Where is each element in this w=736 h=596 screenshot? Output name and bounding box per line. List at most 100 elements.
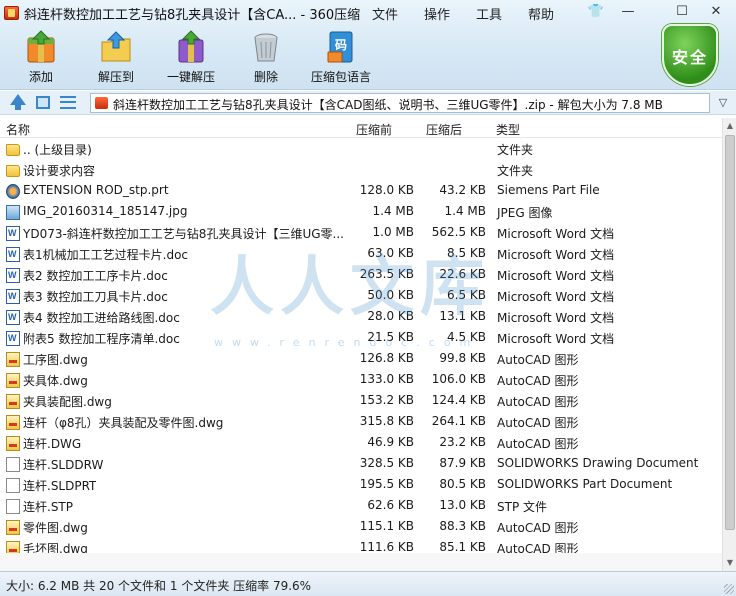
- maximize-button[interactable]: ☐: [670, 2, 694, 22]
- file-row[interactable]: 表3 数控加工刀具卡片.doc 50.0 KB 6.5 KB Microsoft Wo…: [0, 286, 722, 307]
- file-row[interactable]: 零件图.dwg 115.1 KB 88.3 KB AutoCAD 图形: [0, 517, 722, 538]
- menu-operate[interactable]: 操作: [424, 4, 450, 23]
- file-compressed-size: 6.5 KB: [447, 288, 486, 302]
- delete-button[interactable]: 删除: [230, 30, 302, 86]
- security-shield-badge[interactable]: 安全: [662, 24, 718, 86]
- file-name: .. (上级目录): [23, 143, 92, 157]
- file-original-size: 111.6 KB: [359, 540, 414, 553]
- autocad-file-icon: [6, 520, 20, 535]
- file-name: EXTENSION ROD_stp.prt: [23, 183, 169, 197]
- file-row[interactable]: 工序图.dwg 126.8 KB 99.8 KB AutoCAD 图形: [0, 349, 722, 370]
- menu-file[interactable]: 文件: [372, 4, 398, 23]
- autocad-file-icon: [6, 541, 20, 553]
- file-type: Microsoft Word 文档: [497, 248, 615, 262]
- file-original-size: 46.9 KB: [367, 435, 414, 449]
- file-row[interactable]: YD073-斜连杆数控加工工艺与钻8孔夹具设计【三维UG零... 1.0 MB 56…: [0, 223, 722, 244]
- file-type: Microsoft Word 文档: [497, 332, 615, 346]
- add-button[interactable]: 添加: [5, 30, 77, 86]
- file-original-size: 153.2 KB: [359, 393, 414, 407]
- window-title: 斜连杆数控加工工艺与钻8孔夹具设计【含CA... - 360压缩: [24, 8, 361, 23]
- thumbnail-view-icon[interactable]: [36, 96, 50, 109]
- folder-icon: [6, 144, 20, 156]
- list-view-icon[interactable]: [60, 96, 76, 109]
- file-original-size: 21.5 KB: [367, 330, 414, 344]
- file-type: Microsoft Word 文档: [497, 227, 615, 241]
- column-original-size[interactable]: 压缩前: [356, 121, 392, 138]
- file-compressed-size: 106.0 KB: [431, 372, 486, 386]
- file-row[interactable]: EXTENSION ROD_stp.prt 128.0 KB 43.2 KB Siem…: [0, 181, 722, 202]
- file-name: 设计要求内容: [23, 164, 96, 178]
- file-row[interactable]: 夹具体.dwg 133.0 KB 106.0 KB AutoCAD 图形: [0, 370, 722, 391]
- file-compressed-size: 23.2 KB: [439, 435, 486, 449]
- file-original-size: 115.1 KB: [359, 519, 414, 533]
- file-row[interactable]: 毛坯图.dwg 111.6 KB 85.1 KB AutoCAD 图形: [0, 538, 722, 553]
- column-compressed-size[interactable]: 压缩后: [426, 121, 462, 138]
- compress-language-label: 压缩包语言: [310, 70, 371, 84]
- autocad-file-icon: [6, 352, 20, 367]
- file-row[interactable]: .. (上级目录) 文件夹: [0, 139, 722, 160]
- file-row[interactable]: 夹具装配图.dwg 153.2 KB 124.4 KB AutoCAD 图形: [0, 391, 722, 412]
- compress-language-button[interactable]: 码 压缩包语言: [305, 30, 377, 86]
- resize-grip-icon[interactable]: [724, 584, 734, 594]
- file-compressed-size: 80.5 KB: [439, 477, 486, 491]
- navigation-bar: 斜连杆数控加工工艺与钻8孔夹具设计【含CAD图纸、说明书、三维UG零件】.zip…: [0, 91, 736, 115]
- file-compressed-size: 13.0 KB: [439, 498, 486, 512]
- scroll-up-icon[interactable]: ▲: [724, 119, 736, 133]
- generic-file-icon: [6, 499, 20, 514]
- file-name: 连杆.STP: [23, 500, 73, 514]
- file-row[interactable]: IMG_20160314_185147.jpg 1.4 MB 1.4 MB JPEG …: [0, 202, 722, 223]
- file-row[interactable]: 表2 数控加工工序卡片.doc 263.5 KB 22.6 KB Microsoft …: [0, 265, 722, 286]
- close-button[interactable]: ✕: [704, 2, 728, 22]
- file-row[interactable]: 连杆.STP 62.6 KB 13.0 KB STP 文件: [0, 496, 722, 517]
- app-logo-icon: [4, 6, 19, 20]
- file-original-size: 1.0 MB: [372, 225, 414, 239]
- scroll-thumb[interactable]: [725, 135, 735, 530]
- column-type[interactable]: 类型: [496, 121, 520, 138]
- archive-icon: [95, 97, 108, 109]
- scroll-down-icon[interactable]: ▼: [724, 556, 736, 570]
- file-original-size: 315.8 KB: [359, 414, 414, 428]
- file-original-size: 50.0 KB: [367, 288, 414, 302]
- file-row[interactable]: 表1机械加工工艺过程卡片.doc 63.0 KB 8.5 KB Microsoft W…: [0, 244, 722, 265]
- file-type: Siemens Part File: [497, 183, 600, 197]
- file-name: YD073-斜连杆数控加工工艺与钻8孔夹具设计【三维UG零...: [23, 227, 344, 241]
- extract-folder-icon: [99, 30, 133, 64]
- file-row[interactable]: 连杆.DWG 46.9 KB 23.2 KB AutoCAD 图形: [0, 433, 722, 454]
- file-compressed-size: 43.2 KB: [439, 183, 486, 197]
- file-row[interactable]: 连杆（φ8孔）夹具装配及零件图.dwg 315.8 KB 264.1 KB AutoC…: [0, 412, 722, 433]
- file-row[interactable]: 连杆.SLDPRT 195.5 KB 80.5 KB SOLIDWORKS Part …: [0, 475, 722, 496]
- word-document-icon: [6, 268, 20, 283]
- menu-help[interactable]: 帮助: [528, 4, 554, 23]
- file-compressed-size: 99.8 KB: [439, 351, 486, 365]
- file-name: 夹具装配图.dwg: [23, 395, 112, 409]
- file-name: 附表5 数控加工程序清单.doc: [23, 332, 180, 346]
- file-row[interactable]: 连杆.SLDDRW 328.5 KB 87.9 KB SOLIDWORKS Drawi…: [0, 454, 722, 475]
- file-row[interactable]: 表4 数控加工进给路线图.doc 28.0 KB 13.1 KB Microsoft …: [0, 307, 722, 328]
- minimize-button[interactable]: —: [616, 2, 640, 22]
- file-type: Microsoft Word 文档: [497, 269, 615, 283]
- one-click-extract-button[interactable]: 一键解压: [155, 30, 227, 86]
- file-name: 表1机械加工工艺过程卡片.doc: [23, 248, 189, 262]
- address-bar[interactable]: 斜连杆数控加工工艺与钻8孔夹具设计【含CAD图纸、说明书、三维UG零件】.zip…: [90, 93, 710, 113]
- skin-icon[interactable]: 👕: [584, 2, 608, 22]
- extract-to-button[interactable]: 解压到: [80, 30, 152, 86]
- image-file-icon: [6, 205, 20, 220]
- file-row[interactable]: 附表5 数控加工程序清单.doc 21.5 KB 4.5 KB Microsoft W…: [0, 328, 722, 349]
- file-compressed-size: 85.1 KB: [439, 540, 486, 553]
- column-name[interactable]: 名称: [6, 121, 30, 138]
- vertical-scrollbar[interactable]: ▲ ▼: [722, 118, 736, 571]
- file-type: JPEG 图像: [497, 206, 553, 220]
- address-dropdown-icon[interactable]: ▽: [712, 93, 734, 113]
- file-name: 毛坯图.dwg: [23, 542, 88, 553]
- title-toolbar-area: 斜连杆数控加工工艺与钻8孔夹具设计【含CA... - 360压缩 文件 操作 工…: [0, 0, 736, 90]
- menu-tools[interactable]: 工具: [476, 4, 502, 23]
- file-row[interactable]: 设计要求内容 文件夹: [0, 160, 722, 181]
- file-type: AutoCAD 图形: [497, 374, 579, 388]
- trash-icon: [249, 30, 283, 64]
- folder-icon: [6, 165, 20, 177]
- add-archive-icon: [24, 30, 58, 64]
- generic-file-icon: [6, 457, 20, 472]
- up-arrow-icon[interactable]: [10, 94, 26, 110]
- file-compressed-size: 8.5 KB: [447, 246, 486, 260]
- file-compressed-size: 562.5 KB: [431, 225, 486, 239]
